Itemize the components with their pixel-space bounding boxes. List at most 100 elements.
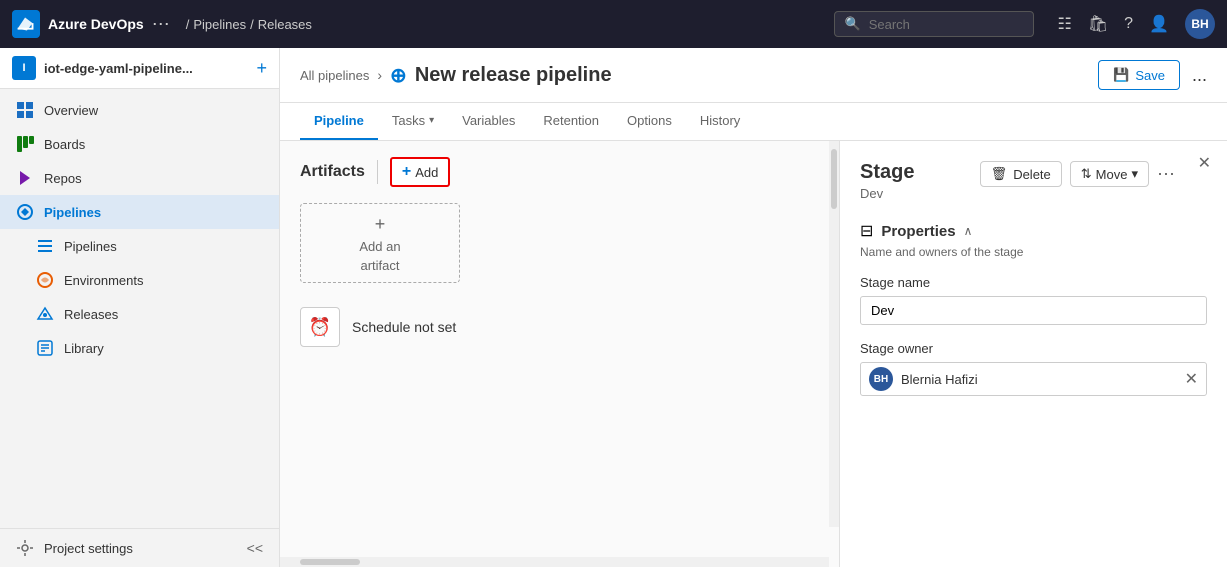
page-header-right: 💾 Save ...: [1098, 60, 1207, 90]
breadcrumb-releases[interactable]: Releases: [258, 17, 312, 32]
schedule-text: Schedule not set: [352, 319, 456, 335]
properties-header: ⊟ Properties ∧: [860, 221, 1207, 241]
content-area: All pipelines › ⊕ New release pipeline 💾…: [280, 48, 1227, 567]
save-button[interactable]: 💾 Save: [1098, 60, 1180, 90]
tab-retention[interactable]: Retention: [529, 103, 613, 140]
add-artifact-button[interactable]: + Add: [390, 157, 450, 187]
sidebar-item-label-boards: Boards: [44, 137, 85, 152]
main-layout: I iot-edge-yaml-pipeline... + Overview B…: [0, 48, 1227, 567]
settings-icon: [16, 539, 34, 557]
close-stage-button[interactable]: ✕: [1198, 153, 1211, 173]
collapse-sidebar-button[interactable]: <<: [247, 540, 263, 556]
properties-icon: ⊟: [860, 221, 873, 241]
sidebar-item-label-pipelines: Pipelines: [64, 239, 117, 254]
tabs: Pipeline Tasks ▾ Variables Retention Opt…: [280, 103, 1227, 141]
sidebar-item-environments[interactable]: Environments: [0, 263, 279, 297]
stage-more-button[interactable]: ⋯: [1157, 164, 1175, 185]
add-project-button[interactable]: +: [256, 58, 267, 79]
scroll-bottom-thumb: [300, 559, 360, 565]
user-settings-icon[interactable]: 👤: [1149, 14, 1169, 34]
header-more-button[interactable]: ...: [1192, 65, 1207, 86]
sidebar-item-releases[interactable]: Releases: [0, 297, 279, 331]
tab-options-label: Options: [627, 113, 672, 128]
delete-stage-button[interactable]: 🗑 Delete: [980, 161, 1062, 187]
sidebar-item-pipelines[interactable]: Pipelines: [0, 229, 279, 263]
pipelines-icon: [36, 237, 54, 255]
breadcrumb-pipelines[interactable]: Pipelines: [193, 17, 246, 32]
stage-name-label: Stage name: [860, 275, 1207, 290]
search-box[interactable]: 🔍: [834, 11, 1034, 37]
move-stage-button[interactable]: ⇅ Move ▾: [1070, 161, 1149, 187]
tab-history[interactable]: History: [686, 103, 754, 140]
sidebar-item-repos[interactable]: Repos: [0, 161, 279, 195]
pipeline-content: Artifacts + Add + Add an artifact ⏰ Sche…: [280, 141, 1227, 567]
breadcrumb-separator: /: [186, 17, 190, 32]
breadcrumb-sep2: /: [250, 17, 254, 32]
stage-panel: ✕ Stage Dev 🗑 Delete ⇅ Move: [840, 141, 1227, 567]
environments-icon: [36, 271, 54, 289]
owner-avatar: BH: [869, 367, 893, 391]
tab-variables[interactable]: Variables: [448, 103, 529, 140]
project-name: iot-edge-yaml-pipeline...: [44, 61, 193, 76]
artifacts-label: Artifacts: [300, 163, 365, 181]
add-label: Add: [415, 165, 438, 180]
owner-field[interactable]: BH Blernia Hafizi ✕: [860, 362, 1207, 396]
page-title-text: New release pipeline: [415, 64, 612, 87]
topbar-dots[interactable]: ⋯: [152, 14, 170, 35]
properties-collapse-icon[interactable]: ∧: [964, 224, 973, 238]
stage-name-input[interactable]: [860, 296, 1207, 325]
repos-icon: [16, 169, 34, 187]
scroll-track[interactable]: [829, 141, 839, 527]
stage-actions: 🗑 Delete ⇅ Move ▾ ⋯: [980, 161, 1207, 187]
page-header-left: All pipelines › ⊕ New release pipeline: [300, 63, 612, 88]
save-icon: 💾: [1113, 67, 1129, 83]
sidebar-item-pipelines-header[interactable]: Pipelines: [0, 195, 279, 229]
sidebar-item-library[interactable]: Library: [0, 331, 279, 365]
tab-options[interactable]: Options: [613, 103, 686, 140]
tasks-chevron-icon: ▾: [429, 115, 434, 126]
properties-description: Name and owners of the stage: [860, 245, 1207, 259]
scroll-bottom-track[interactable]: [280, 557, 829, 567]
sidebar-item-label-pipelines-header: Pipelines: [44, 205, 101, 220]
tab-retention-label: Retention: [543, 113, 599, 128]
tab-pipeline[interactable]: Pipeline: [300, 103, 378, 140]
sidebar-nav: Overview Boards Repos Pipe: [0, 89, 279, 528]
move-label: Move: [1096, 167, 1128, 182]
topbar-breadcrumb: / Pipelines / Releases: [186, 17, 312, 32]
tab-tasks[interactable]: Tasks ▾: [378, 103, 448, 140]
page-header: All pipelines › ⊕ New release pipeline 💾…: [280, 48, 1227, 103]
basket-icon[interactable]: 🛍: [1088, 14, 1108, 34]
clear-owner-button[interactable]: ✕: [1185, 369, 1198, 389]
sidebar-item-label-releases: Releases: [64, 307, 118, 322]
stage-owner-label: Stage owner: [860, 341, 1207, 356]
tab-variables-label: Variables: [462, 113, 515, 128]
project-settings-label: Project settings: [44, 541, 133, 556]
releases-icon: [36, 305, 54, 323]
sidebar-item-overview[interactable]: Overview: [0, 93, 279, 127]
artifact-plus-icon: +: [375, 214, 386, 235]
grid-icon[interactable]: ☷: [1058, 14, 1072, 34]
sidebar-item-label-repos: Repos: [44, 171, 82, 186]
artifacts-section: Artifacts + Add: [280, 141, 839, 195]
overview-icon: [16, 101, 34, 119]
logo[interactable]: Azure DevOps: [12, 10, 144, 38]
avatar[interactable]: BH: [1185, 9, 1215, 39]
stage-name-group: Stage name: [860, 275, 1207, 325]
search-input[interactable]: [869, 17, 1009, 32]
sidebar-item-label-environments: Environments: [64, 273, 143, 288]
project-header[interactable]: I iot-edge-yaml-pipeline... +: [0, 48, 279, 89]
page-title: ⊕ New release pipeline: [390, 63, 612, 88]
breadcrumb-all-pipelines[interactable]: All pipelines: [300, 68, 369, 83]
move-chevron-icon: ▾: [1131, 166, 1138, 182]
sidebar-item-boards[interactable]: Boards: [0, 127, 279, 161]
sidebar: I iot-edge-yaml-pipeline... + Overview B…: [0, 48, 280, 567]
topbar: Azure DevOps ⋯ / Pipelines / Releases 🔍 …: [0, 0, 1227, 48]
add-artifact-box[interactable]: + Add an artifact: [300, 203, 460, 283]
search-icon: 🔍: [845, 16, 861, 32]
help-icon[interactable]: ?: [1124, 15, 1133, 33]
stage-title-block: Stage Dev: [860, 161, 914, 201]
project-icon: I: [12, 56, 36, 80]
project-settings[interactable]: Project settings <<: [0, 528, 279, 567]
schedule-section[interactable]: ⏰ Schedule not set: [300, 307, 819, 347]
properties-section: ⊟ Properties ∧ Name and owners of the st…: [860, 221, 1207, 396]
